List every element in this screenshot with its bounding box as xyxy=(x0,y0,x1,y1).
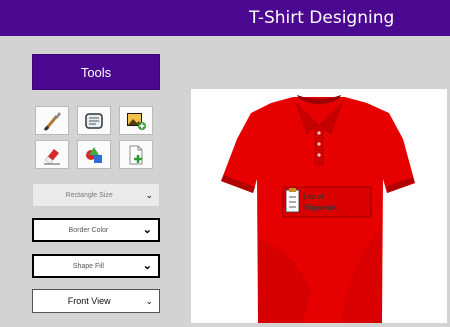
logo-subtext: Shipments xyxy=(303,203,337,212)
paintbrush-tool-button[interactable] xyxy=(35,106,69,135)
chevron-down-icon: ⌄ xyxy=(145,295,153,306)
border-color-label: Border Color xyxy=(68,226,109,234)
chevron-down-icon: ⌄ xyxy=(142,223,152,236)
shapes-tool-button[interactable] xyxy=(77,140,111,169)
chevron-down-icon: ⌄ xyxy=(142,259,152,272)
insert-image-icon xyxy=(127,112,146,130)
shape-fill-label: Shape Fill xyxy=(72,262,104,270)
logo-box[interactable]: List of Shipments xyxy=(282,186,372,218)
insert-image-tool-button[interactable] xyxy=(119,106,153,135)
design-canvas[interactable]: List of Shipments xyxy=(191,89,447,323)
rectangle-size-dropdown[interactable]: Rectangle Size ⌄ xyxy=(32,183,160,207)
text-box-tool-button[interactable] xyxy=(77,106,111,135)
title-bar: T-Shirt Designing xyxy=(0,0,450,36)
app-title: T-Shirt Designing xyxy=(249,8,395,28)
view-label: Front View xyxy=(67,296,111,306)
chevron-down-icon: ⌄ xyxy=(145,189,153,200)
shapes-icon xyxy=(86,146,102,163)
new-document-tool-button[interactable] xyxy=(119,140,153,169)
tools-button[interactable]: Tools xyxy=(32,54,160,90)
logo-text: List of xyxy=(303,192,324,201)
border-color-dropdown[interactable]: Border Color ⌄ xyxy=(32,218,160,242)
shape-fill-dropdown[interactable]: Shape Fill ⌄ xyxy=(32,254,160,278)
new-document-icon xyxy=(129,145,143,164)
view-dropdown[interactable]: Front View ⌄ xyxy=(32,289,160,313)
eraser-icon xyxy=(44,148,60,164)
paintbrush-icon xyxy=(44,111,61,130)
rectangle-size-label: Rectangle Size xyxy=(65,191,113,199)
text-box-icon xyxy=(85,112,103,129)
eraser-tool-button[interactable] xyxy=(35,140,69,169)
tshirt-preview: List of Shipments xyxy=(221,95,415,323)
